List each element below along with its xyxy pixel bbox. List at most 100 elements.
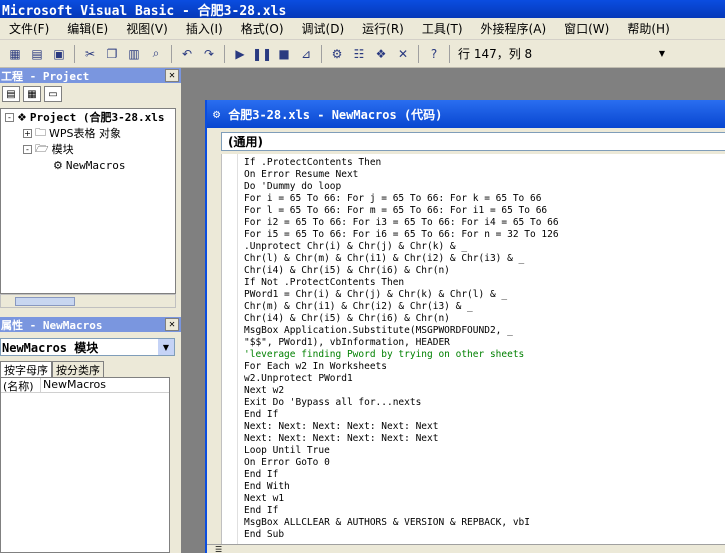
object-dropdown[interactable]: (通用) [221, 132, 725, 151]
tree-item-project[interactable]: - ❖ Project (合肥3-28.xls [1, 109, 175, 125]
find-icon[interactable]: ⌕ [146, 44, 166, 64]
code-line[interactable]: Next w1 [244, 493, 559, 505]
code-line[interactable]: If .ProtectContents Then [244, 157, 559, 169]
menu-bar: 文件(F) 编辑(E) 视图(V) 插入(I) 格式(O) 调试(D) 运行(R… [0, 18, 725, 40]
code-line[interactable]: End With [244, 481, 559, 493]
code-line[interactable]: Do 'Dummy do loop [244, 181, 559, 193]
code-line[interactable]: Next: Next: Next: Next: Next: Next [244, 421, 559, 433]
tree-item-wps-objects[interactable]: + 🗀 WPS表格 对象 [1, 125, 175, 141]
procedure-view-icon[interactable]: ☰ [215, 545, 222, 553]
code-line[interactable]: w2.Unprotect PWord1 [244, 373, 559, 385]
code-line[interactable]: "$$", PWord1), vbInformation, HEADER [244, 337, 559, 349]
code-window: ⚙ 合肥3-28.xls - NewMacros (代码) (通用) If .P… [205, 100, 725, 553]
menu-file[interactable]: 文件(F) [0, 20, 58, 37]
code-line[interactable]: For Each w2 In Worksheets [244, 361, 559, 373]
copy-icon[interactable]: ❐ [102, 44, 122, 64]
open-folder-icon: 🗁 [35, 141, 49, 155]
help-icon[interactable]: ? [424, 44, 444, 64]
menu-addins[interactable]: 外接程序(A) [472, 20, 556, 37]
code-line[interactable]: For i5 = 65 To 66: For i6 = 65 To 66: Fo… [244, 229, 559, 241]
code-line[interactable]: Chr(m) & Chr(i1) & Chr(i2) & Chr(i3) & _ [244, 301, 559, 313]
tree-item-newmacros[interactable]: ⚙ NewMacros [1, 157, 175, 173]
properties-object-select[interactable]: NewMacros 模块 ▼ [0, 338, 175, 356]
paste-icon[interactable]: ▥ [124, 44, 144, 64]
code-window-title: 合肥3-28.xls - NewMacros (代码) [228, 107, 443, 122]
properties-pane-title[interactable]: 属性 - NewMacros ✕ [0, 317, 181, 332]
code-line[interactable]: Chr(i4) & Chr(i5) & Chr(i6) & Chr(n) [244, 313, 559, 325]
view-object-icon[interactable]: ▦ [23, 86, 41, 102]
save-icon[interactable]: ▣ [49, 44, 69, 64]
code-line[interactable]: Next w2 [244, 385, 559, 397]
tab-alphabetic[interactable]: 按字母序 [0, 361, 52, 377]
tree-expander-icon[interactable]: - [23, 144, 32, 154]
code-line[interactable]: On Error GoTo 0 [244, 457, 559, 469]
code-line[interactable]: End If [244, 505, 559, 517]
code-window-title-bar[interactable]: ⚙ 合肥3-28.xls - NewMacros (代码) [207, 100, 725, 128]
chevron-down-icon[interactable]: ▼ [158, 339, 174, 355]
code-line[interactable]: .Unprotect Chr(i) & Chr(j) & Chr(k) & _ [244, 241, 559, 253]
menu-run[interactable]: 运行(R) [353, 20, 413, 37]
code-line[interactable]: 'leverage finding Pword by trying on oth… [244, 349, 559, 361]
toolbox-icon[interactable]: ✕ [393, 44, 413, 64]
properties-pane-close-icon[interactable]: ✕ [165, 318, 179, 331]
code-line[interactable]: Exit Do 'Bypass all for...nexts [244, 397, 559, 409]
properties-tabs: 按字母序 按分类序 [0, 361, 104, 377]
menu-tools[interactable]: 工具(T) [413, 20, 472, 37]
code-line[interactable]: Next: Next: Next: Next: Next: Next [244, 433, 559, 445]
code-line[interactable]: PWord1 = Chr(i) & Chr(j) & Chr(k) & Chr(… [244, 289, 559, 301]
run-icon[interactable]: ▶ [230, 44, 250, 64]
tree-item-label: Project (合肥3-28.xls [29, 111, 165, 124]
menu-view[interactable]: 视图(V) [117, 20, 177, 37]
project-pane-toolbar: ▤ ▦ ▭ [0, 83, 181, 105]
code-line[interactable]: On Error Resume Next [244, 169, 559, 181]
insert-module-icon[interactable]: ▤ [27, 44, 47, 64]
object-browser-icon[interactable]: ❖ [371, 44, 391, 64]
project-explorer-icon[interactable]: ⚙ [327, 44, 347, 64]
tree-expander-icon[interactable]: + [23, 128, 32, 138]
code-line[interactable]: If Not .ProtectContents Then [244, 277, 559, 289]
window-title-bar[interactable]: Microsoft Visual Basic - 合肥3-28.xls [0, 0, 725, 18]
code-line[interactable]: End Sub [244, 529, 559, 541]
code-line[interactable]: Chr(l) & Chr(m) & Chr(i1) & Chr(i2) & Ch… [244, 253, 559, 265]
property-key: (名称) [1, 378, 41, 393]
code-line[interactable]: For l = 65 To 66: For m = 65 To 66: For … [244, 205, 559, 217]
code-line[interactable]: End If [244, 409, 559, 421]
project-tree-hscrollbar[interactable] [0, 294, 176, 308]
property-value[interactable]: NewMacros [41, 378, 106, 392]
code-line[interactable]: MsgBox ALLCLEAR & AUTHORS & VERSION & RE… [244, 517, 559, 529]
project-pane-close-icon[interactable]: ✕ [165, 69, 179, 82]
view-excel-icon[interactable]: ▦ [5, 44, 25, 64]
toolbar-separator [74, 44, 75, 63]
menu-edit[interactable]: 编辑(E) [58, 20, 117, 37]
view-code-icon[interactable]: ▤ [2, 86, 20, 102]
property-row-name[interactable]: (名称) NewMacros [1, 378, 169, 393]
menu-format[interactable]: 格式(O) [232, 20, 293, 37]
properties-icon[interactable]: ☷ [349, 44, 369, 64]
code-line[interactable]: For i2 = 65 To 66: For i3 = 65 To 66: Fo… [244, 217, 559, 229]
menu-insert[interactable]: 插入(I) [177, 20, 232, 37]
design-mode-icon[interactable]: ⊿ [296, 44, 316, 64]
tree-item-label: NewMacros [65, 158, 126, 172]
pause-icon[interactable]: ❚❚ [252, 44, 272, 64]
code-margin[interactable] [222, 154, 238, 547]
scrollbar-thumb[interactable] [15, 297, 75, 306]
project-pane-title[interactable]: 工程 - Project ✕ [0, 68, 181, 83]
code-line[interactable]: End If [244, 469, 559, 481]
tree-expander-icon[interactable]: - [5, 112, 14, 122]
undo-icon[interactable]: ↶ [177, 44, 197, 64]
tab-categorized[interactable]: 按分类序 [52, 361, 104, 377]
menu-window[interactable]: 窗口(W) [555, 20, 618, 37]
tree-item-modules[interactable]: - 🗁 模块 [1, 141, 175, 157]
code-line[interactable]: MsgBox Application.Substitute(MSGPWORDFO… [244, 325, 559, 337]
code-line[interactable]: Chr(i4) & Chr(i5) & Chr(i6) & Chr(n) [244, 265, 559, 277]
menu-help[interactable]: 帮助(H) [618, 20, 678, 37]
toggle-folders-icon[interactable]: ▭ [44, 86, 62, 102]
code-line[interactable]: Loop Until True [244, 445, 559, 457]
code-editor[interactable]: If .ProtectContents Then On Error Resume … [221, 154, 725, 547]
menu-debug[interactable]: 调试(D) [293, 20, 354, 37]
toolbar-options-chevron-icon[interactable]: ▼ [659, 49, 665, 58]
code-line[interactable]: For i = 65 To 66: For j = 65 To 66: For … [244, 193, 559, 205]
redo-icon[interactable]: ↷ [199, 44, 219, 64]
stop-icon[interactable]: ■ [274, 44, 294, 64]
cut-icon[interactable]: ✂ [80, 44, 100, 64]
